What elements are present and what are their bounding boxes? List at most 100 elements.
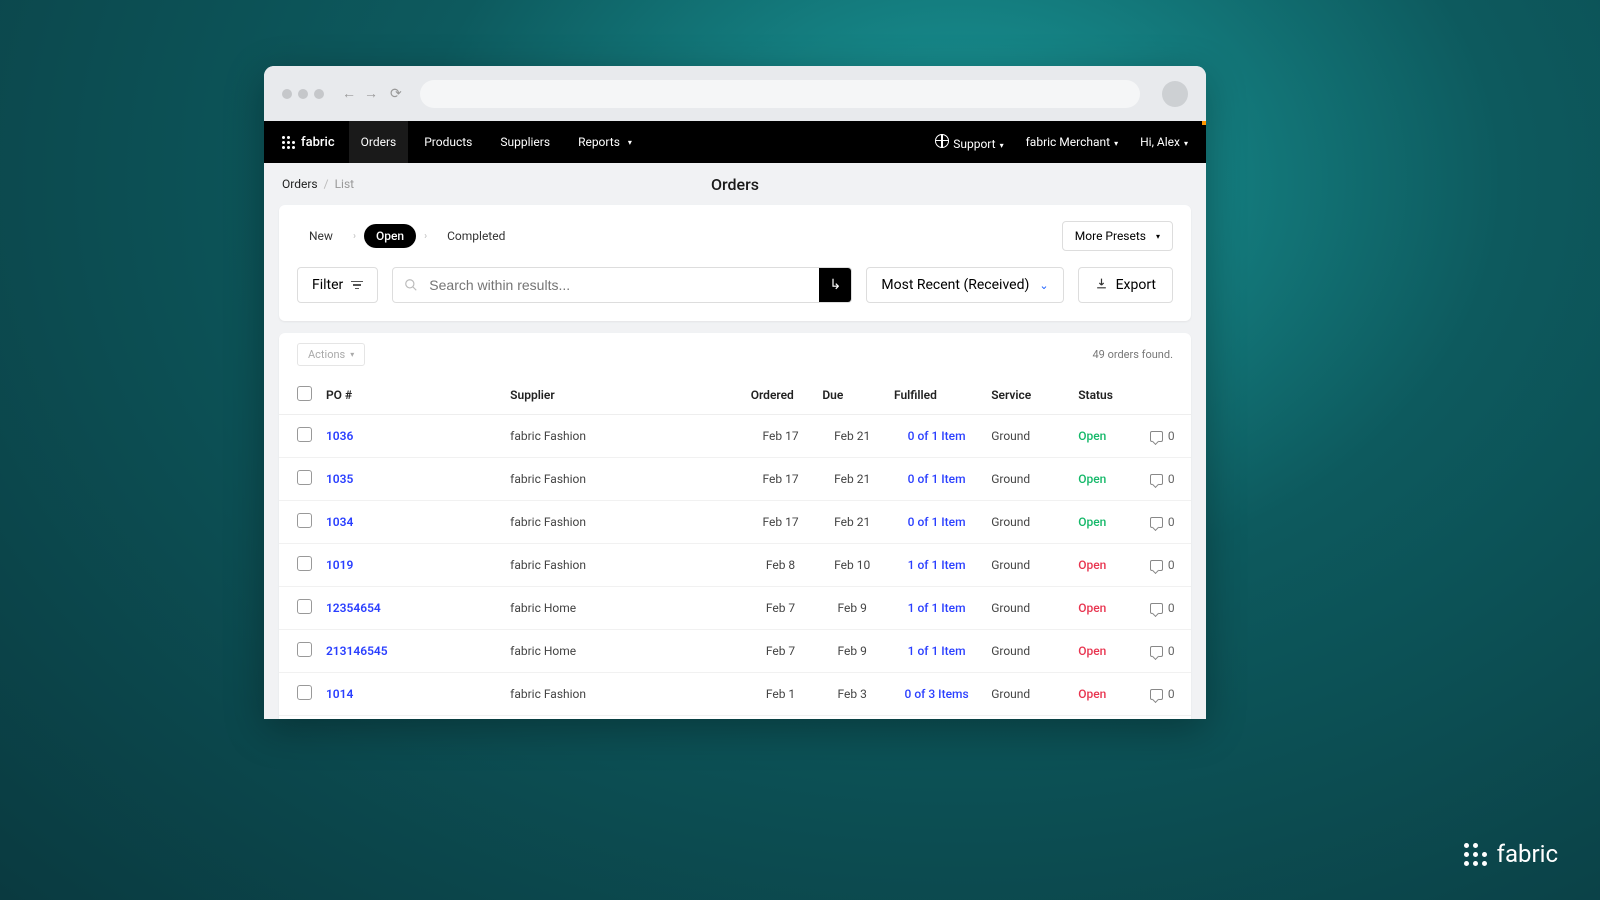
po-link[interactable]: 1035 [326,472,353,486]
select-all-checkbox[interactable] [297,386,312,401]
cell-service: Ground [985,587,1072,630]
message-icon [1150,517,1163,528]
cell-supplier: fabric Fashion [504,716,745,720]
fabric-watermark: fabric [1464,840,1558,868]
url-bar[interactable] [420,80,1140,108]
header-po[interactable]: PO # [320,376,504,415]
message-icon [1150,689,1163,700]
profile-avatar[interactable] [1162,81,1188,107]
cell-ordered: Feb 17 [745,415,817,458]
po-link[interactable]: 12354654 [326,601,381,615]
table-row[interactable]: 1036fabric FashionFeb 17Feb 210 of 1 Ite… [279,415,1191,458]
fulfilled-link[interactable]: 1 of 1 Item [908,558,966,572]
po-link[interactable]: 1019 [326,558,353,572]
refresh-button[interactable]: ⟳ [390,86,402,102]
message-icon [1150,560,1163,571]
fulfilled-link[interactable]: 0 of 3 Items [905,687,969,701]
messages-button[interactable]: 0 [1150,472,1185,486]
messages-button[interactable]: 0 [1150,687,1185,701]
fulfilled-link[interactable]: 1 of 1 Item [908,601,966,615]
fulfilled-link[interactable]: 0 of 1 Item [908,472,966,486]
status-badge: Open [1078,558,1106,572]
table-row[interactable]: 213146545fabric HomeFeb 7Feb 91 of 1 Ite… [279,630,1191,673]
window-controls[interactable] [282,89,324,99]
table-row[interactable]: 1019fabric FashionFeb 8Feb 101 of 1 Item… [279,544,1191,587]
table-row[interactable]: 1035fabric FashionFeb 17Feb 210 of 1 Ite… [279,458,1191,501]
search-icon [393,268,429,302]
row-checkbox[interactable] [297,513,312,528]
breadcrumb-separator: / [324,177,329,191]
message-icon [1150,646,1163,657]
cell-ordered: Feb 7 [745,630,817,673]
globe-icon [935,134,949,148]
actions-button[interactable]: Actions▾ [297,343,365,366]
row-checkbox[interactable] [297,599,312,614]
messages-button[interactable]: 0 [1150,558,1185,572]
header-fulfilled[interactable]: Fulfilled [888,376,985,415]
cell-due: Feb 3 [816,716,888,720]
cell-due: Feb 10 [816,544,888,587]
export-button[interactable]: Export [1078,267,1173,303]
cell-service: Ground [985,630,1072,673]
header-status[interactable]: Status [1072,376,1144,415]
status-badge: Open [1078,429,1106,443]
row-checkbox[interactable] [297,685,312,700]
preset-completed[interactable]: Completed [435,224,517,248]
messages-button[interactable]: 0 [1150,644,1185,658]
po-link[interactable]: 213146545 [326,644,388,658]
search-submit-button[interactable]: ↳ [819,268,851,302]
filters-card: New › Open › Completed More Presets Filt… [279,205,1191,321]
search-input[interactable] [429,268,819,302]
cell-due: Feb 9 [816,587,888,630]
sort-dropdown[interactable]: Most Recent (Received) ⌄ [866,267,1063,303]
support-menu[interactable]: Support [935,134,1003,151]
brand-text: fabric [301,135,335,150]
table-row[interactable]: 1011fabric FashionFeb 1Feb 30 of 1 ItemG… [279,716,1191,720]
table-row[interactable]: 12354654fabric HomeFeb 7Feb 91 of 1 Item… [279,587,1191,630]
header-supplier[interactable]: Supplier [504,376,745,415]
po-link[interactable]: 1036 [326,429,353,443]
header-ordered[interactable]: Ordered [745,376,817,415]
message-icon [1150,474,1163,485]
nav-orders[interactable]: Orders [349,121,409,163]
status-badge: Open [1078,644,1106,658]
search-field: ↳ [392,267,852,303]
header-service[interactable]: Service [985,376,1072,415]
breadcrumb-root[interactable]: Orders [282,177,318,191]
nav-products[interactable]: Products [412,121,484,163]
cell-due: Feb 21 [816,415,888,458]
messages-button[interactable]: 0 [1150,601,1185,615]
po-link[interactable]: 1034 [326,515,353,529]
orders-table-card: Actions▾ 49 orders found. PO # Supplier … [279,333,1191,719]
preset-row: New › Open › Completed More Presets [279,205,1191,267]
brand-logo[interactable]: fabric [282,135,335,150]
back-button[interactable]: ← [342,85,356,102]
fulfilled-link[interactable]: 0 of 1 Item [908,429,966,443]
forward-button[interactable]: → [364,85,378,102]
preset-new[interactable]: New [297,224,345,248]
filter-button[interactable]: Filter [297,267,378,303]
cell-service: Ground [985,501,1072,544]
nav-reports[interactable]: Reports [566,121,644,163]
nav-suppliers[interactable]: Suppliers [488,121,562,163]
status-badge: Open [1078,515,1106,529]
preset-open[interactable]: Open [364,224,416,248]
merchant-menu[interactable]: fabric Merchant [1026,135,1118,149]
row-checkbox[interactable] [297,470,312,485]
message-icon [1150,603,1163,614]
messages-button[interactable]: 0 [1150,515,1185,529]
more-presets-button[interactable]: More Presets [1062,221,1173,251]
table-row[interactable]: 1034fabric FashionFeb 17Feb 210 of 1 Ite… [279,501,1191,544]
app-body: Orders / List Orders New › Open › Comple… [264,163,1206,719]
fulfilled-link[interactable]: 1 of 1 Item [908,644,966,658]
table-row[interactable]: 1014fabric FashionFeb 1Feb 30 of 3 Items… [279,673,1191,716]
po-link[interactable]: 1014 [326,687,353,701]
user-menu[interactable]: Hi, Alex [1140,135,1188,149]
status-badge: Open [1078,472,1106,486]
row-checkbox[interactable] [297,556,312,571]
row-checkbox[interactable] [297,427,312,442]
row-checkbox[interactable] [297,642,312,657]
fulfilled-link[interactable]: 0 of 1 Item [908,515,966,529]
messages-button[interactable]: 0 [1150,429,1185,443]
header-due[interactable]: Due [816,376,888,415]
